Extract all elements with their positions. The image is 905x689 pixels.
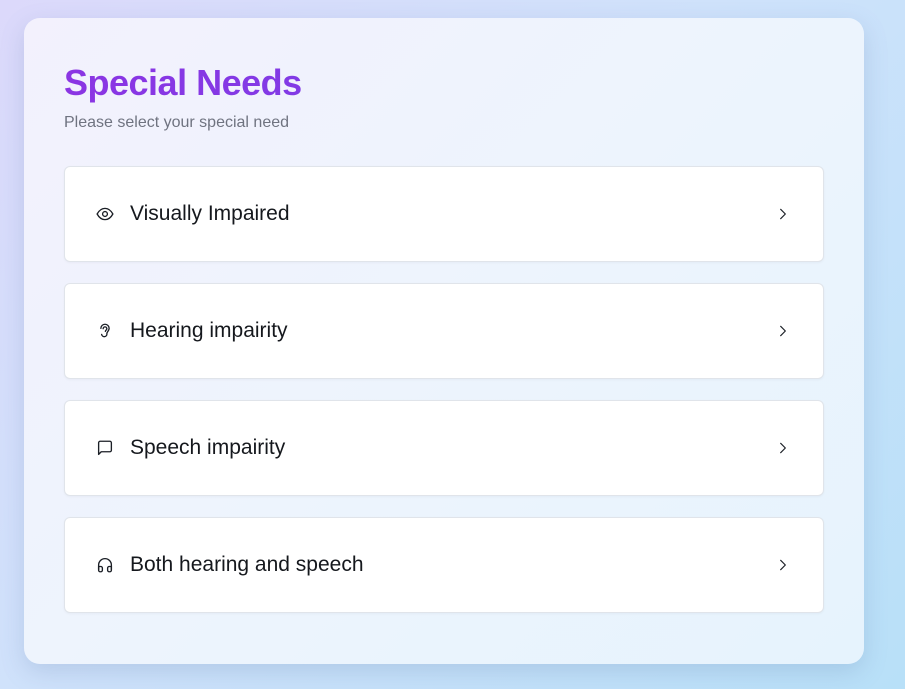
headphones-icon [95, 555, 115, 575]
option-visually-impaired[interactable]: Visually Impaired [64, 166, 824, 262]
eye-icon [95, 204, 115, 224]
special-needs-list: Visually Impaired Hearing impairity Spee… [64, 166, 824, 613]
special-needs-card: Special Needs Please select your special… [24, 18, 864, 664]
option-hearing-impairity[interactable]: Hearing impairity [64, 283, 824, 379]
message-square-icon [95, 438, 115, 458]
option-label: Speech impairity [130, 436, 286, 459]
page-title: Special Needs [64, 58, 824, 108]
option-label: Visually Impaired [130, 202, 290, 225]
option-label: Hearing impairity [130, 319, 288, 342]
option-label: Both hearing and speech [130, 553, 364, 576]
ear-icon [95, 321, 115, 341]
page-subtitle: Please select your special need [64, 114, 290, 131]
chevron-right-icon [775, 323, 791, 339]
chevron-right-icon [775, 206, 791, 222]
option-speech-impairity[interactable]: Speech impairity [64, 400, 824, 496]
chevron-right-icon [775, 440, 791, 456]
option-both-hearing-and-speech[interactable]: Both hearing and speech [64, 517, 824, 613]
chevron-right-icon [775, 557, 791, 573]
